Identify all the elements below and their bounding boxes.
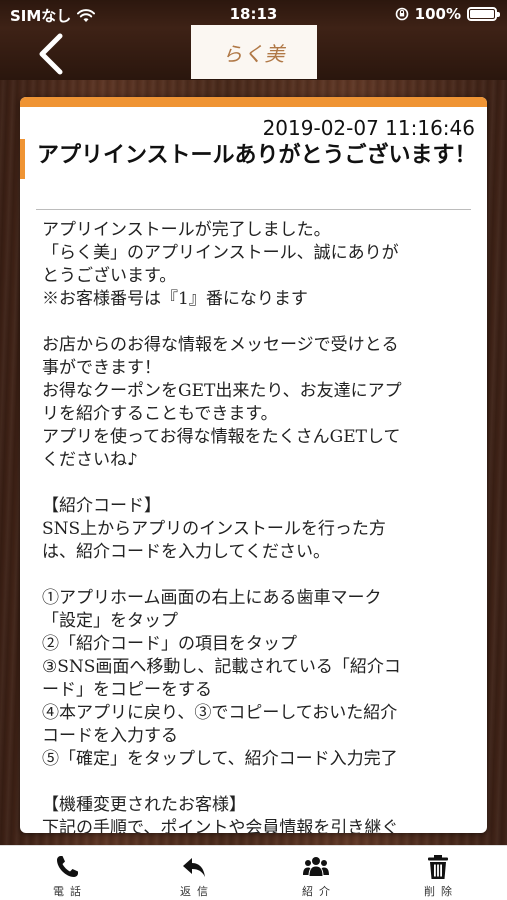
message-body-line: ①アプリホーム画面の右上にある歯車マーク — [42, 588, 382, 608]
message-title: アプリインストールありがとうございます！ — [37, 143, 477, 168]
message-body-line: ⑤「確定」をタップして、紹介コード入力完了 — [42, 749, 398, 769]
message-body-line: ※お客様番号は『1』番になります — [42, 289, 308, 309]
status-bar: SIMなし 18:13 100% — [0, 0, 507, 28]
message-body-line: ②「紹介コード」の項目をタップ — [42, 634, 297, 654]
message-body-line: SNS上からアプリのインストールを行った方 — [42, 519, 386, 539]
message-body-line: アプリを使ってお得な情報をたくさんGETして — [42, 427, 401, 447]
trash-icon — [428, 855, 448, 879]
message-body-line: お店からのお得な情報をメッセージで受けとる — [42, 335, 399, 355]
reply-icon — [183, 858, 205, 877]
message-body-line: ード」をコピーをする — [42, 680, 212, 700]
message-body-line: 「設定」をタップ — [42, 611, 178, 631]
chevron-left-icon — [39, 33, 63, 75]
title-divider — [36, 209, 471, 210]
message-body-line: お得なクーポンをGET出来たり、お友達にアプ — [42, 381, 402, 401]
message-body-line — [42, 771, 470, 794]
message-body: アプリインストールが完了しました。 「らく美」のアプリインストール、誠にありがと… — [42, 219, 470, 833]
introduce-button[interactable]: 紹介 — [253, 846, 379, 900]
message-body-line — [42, 472, 470, 495]
delete-label: 削除 — [424, 885, 458, 898]
orientation-lock-icon — [395, 7, 408, 21]
message-body-line — [42, 564, 470, 587]
back-button[interactable] — [30, 32, 74, 76]
battery-percent: 100% — [414, 5, 461, 23]
message-body-line: リを紹介することもできます。 — [42, 404, 278, 424]
phone-button[interactable]: 電話 — [4, 846, 130, 900]
message-body-line: は、紹介コードを入力してください。 — [42, 542, 330, 562]
reply-label: 返信 — [180, 885, 214, 898]
status-right: 100% — [395, 5, 500, 23]
card-accent-bar — [20, 97, 487, 107]
title-accent-bar — [20, 139, 25, 179]
message-body-line: 【機種変更されたお客様】 — [42, 795, 246, 815]
message-timestamp: 2019-02-07 11:16:46 — [262, 116, 475, 140]
message-body-line: 【紹介コード】 — [42, 496, 161, 516]
reply-button[interactable]: 返信 — [131, 846, 257, 900]
message-body-line: 「らく美」のアプリインストール、誠にありが — [42, 243, 399, 263]
message-body-line: くださいね♪ — [42, 450, 138, 470]
delete-button[interactable]: 削除 — [375, 846, 501, 900]
shop-logo: らく美 — [191, 25, 317, 79]
battery-icon — [467, 7, 500, 21]
message-body-line: とうございます。 — [42, 266, 177, 286]
message-body-line: 事ができます！ — [42, 358, 161, 378]
message-card: 2019-02-07 11:16:46 アプリインストールありがとうございます！… — [20, 97, 487, 833]
message-body-line — [42, 311, 470, 334]
app-header: らく美 — [0, 25, 507, 80]
bottom-nav: 電話 返信 紹介 削除 — [0, 845, 507, 900]
message-body-line: コードを入力する — [42, 726, 178, 746]
phone-label: 電話 — [53, 885, 87, 898]
message-body-line: ④本アプリに戻り、③でコピーしておいた紹介 — [42, 703, 398, 723]
introduce-label: 紹介 — [302, 885, 336, 898]
message-body-line: ③SNS画面へ移動し、記載されている「紹介コ — [42, 657, 401, 677]
message-body-line: 下記の手順で、ポイントや会員情報を引き継ぐ — [42, 818, 399, 833]
message-body-line: アプリインストールが完了しました。 — [42, 220, 331, 240]
phone-icon — [57, 856, 78, 877]
logo-text: らく美 — [222, 41, 286, 66]
users-icon — [303, 857, 329, 876]
